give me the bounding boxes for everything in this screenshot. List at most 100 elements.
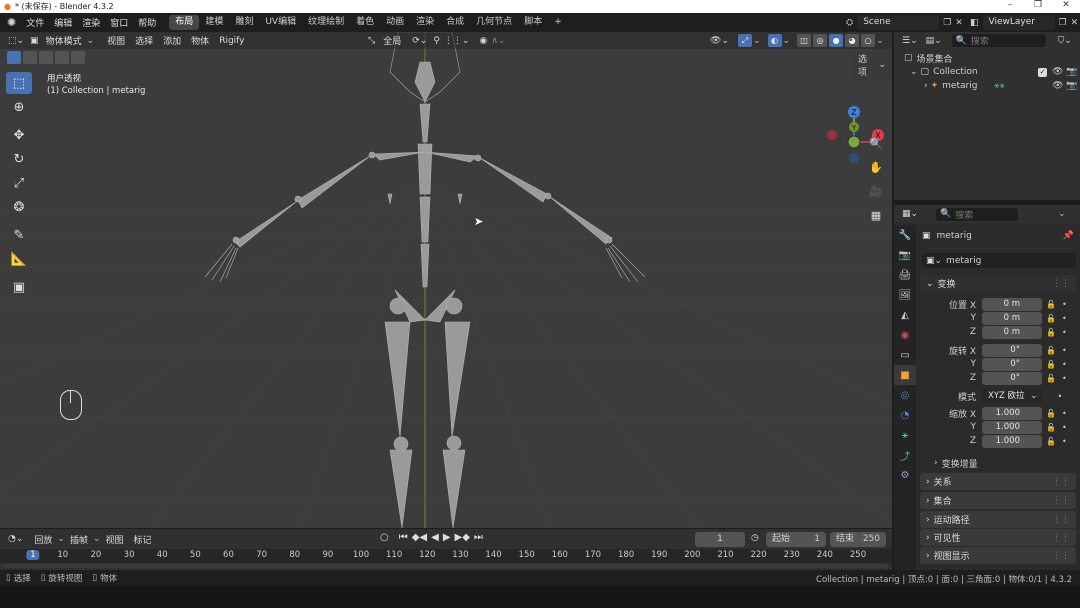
- scene-icon[interactable]: ⛭: [846, 18, 853, 28]
- select-box-tool-icon[interactable]: ⬚: [6, 72, 32, 94]
- 3d-viewport[interactable]: ⬚⌄ ▣ 物体模式 ⌄ 视图 选择 添加 物体 Rigify ⤡ 全局 ⟳⌄ ⚲…: [0, 32, 892, 528]
- transform-panel-header[interactable]: ⌄ 变换 ⋮⋮: [920, 275, 1076, 292]
- delta-transform-subpanel[interactable]: › 变换增量: [934, 456, 978, 470]
- outliner-editor-icon[interactable]: ☰⌄: [894, 36, 922, 46]
- rotation-y-keyframe-icon[interactable]: •: [1062, 360, 1067, 369]
- collections-drag-icon[interactable]: ⋮⋮: [1052, 496, 1070, 506]
- object-data-tab-icon[interactable]: ⤴: [894, 445, 916, 465]
- rotation-z-field[interactable]: 0°: [982, 371, 1042, 385]
- metarig-camera-icon[interactable]: 📷: [1066, 81, 1077, 91]
- rotation-y-lock-icon[interactable]: 🔓: [1046, 360, 1056, 369]
- world-tab-icon[interactable]: ◉: [894, 325, 916, 345]
- visibility-drag-icon[interactable]: ⋮⋮: [1052, 533, 1070, 543]
- view-layer-field[interactable]: ViewLayer: [982, 15, 1055, 30]
- mode-chevron-icon[interactable]: ⌄: [87, 36, 95, 46]
- object-constraints-tab-icon[interactable]: ⚹: [894, 425, 916, 445]
- visibility-icon[interactable]: 👁⌄: [710, 36, 729, 46]
- object-name-field[interactable]: ▣⌄ metarig: [922, 253, 1076, 268]
- overlay-toggle-icon[interactable]: ◐: [767, 34, 782, 47]
- outliner-editor[interactable]: ☰⌄ ▤⌄ 🔍 搜索 ⛉⌄ ▢ 场景集合 ⌄ ▢ Collection ✓ 👁 …: [894, 32, 1080, 200]
- pan-hand-icon[interactable]: ✋: [866, 157, 886, 177]
- snap-target-icon[interactable]: ⋮⋮⌄: [444, 36, 470, 46]
- move-tool-icon[interactable]: ✥: [6, 124, 32, 146]
- properties-editor[interactable]: ▦⌄ 🔍 搜索 ⌄ 🔧 📷 🖨 🖼 ◭ ◉ ▭ ■ ◎ ◔ ⚹ ⤴ ⚙ ▣ me…: [894, 205, 1080, 570]
- scene-field[interactable]: Scene: [857, 15, 940, 30]
- tab-rendering[interactable]: 渲染: [410, 15, 440, 30]
- location-z-keyframe-icon[interactable]: •: [1062, 328, 1067, 337]
- motion-paths-panel[interactable]: › 运动路径 ⋮⋮: [920, 511, 1076, 528]
- render-tab-icon[interactable]: 📷: [894, 245, 916, 265]
- timeline-menu-keying[interactable]: 插帧: [65, 533, 93, 546]
- gizmo-dropdown-icon[interactable]: ⌄: [753, 36, 761, 46]
- auto-key-icon[interactable]: ○: [380, 532, 389, 543]
- rotation-x-lock-icon[interactable]: 🔓: [1046, 346, 1056, 355]
- menu-rigify[interactable]: Rigify: [214, 36, 249, 46]
- tab-scripting[interactable]: 脚本: [518, 15, 548, 30]
- relations-drag-icon[interactable]: ⋮⋮: [1052, 477, 1070, 487]
- rotate-tool-icon[interactable]: ↻: [6, 148, 32, 170]
- maximize-button[interactable]: ❐: [1024, 0, 1052, 10]
- material-shading-icon[interactable]: ◕: [845, 34, 860, 47]
- gizmo-toggle-icon[interactable]: ⤢: [737, 34, 752, 47]
- scale-x-field[interactable]: 1.000: [982, 406, 1042, 420]
- proportional-edit-icon[interactable]: ◉: [479, 36, 487, 46]
- collection-eye-icon[interactable]: 👁: [1052, 67, 1063, 77]
- editor-type-icon[interactable]: ⬚⌄: [0, 36, 28, 46]
- jump-start-icon[interactable]: ⏮: [399, 532, 408, 543]
- menu-render[interactable]: 渲染: [77, 16, 105, 29]
- scale-y-keyframe-icon[interactable]: •: [1062, 423, 1067, 432]
- physics-tab-icon[interactable]: ◔: [894, 405, 916, 425]
- menu-help[interactable]: 帮助: [133, 16, 161, 29]
- remove-scene-icon[interactable]: ✕: [955, 18, 963, 28]
- timeline-menu-view[interactable]: 视图: [101, 533, 129, 546]
- tab-compositing[interactable]: 合成: [440, 15, 470, 30]
- viewport-display-panel[interactable]: › 视图显示 ⋮⋮: [920, 547, 1076, 564]
- menu-object[interactable]: 物体: [186, 34, 214, 47]
- rendered-shading-icon[interactable]: ○: [861, 34, 876, 47]
- rotation-y-field[interactable]: 0°: [982, 357, 1042, 371]
- frame-ruler[interactable]: 1 10 20 30 40 50 60 70 80 90 100 110 120 130 140 150 160…: [0, 549, 892, 563]
- blender-menu-icon[interactable]: ✺: [0, 16, 21, 29]
- tool-tab-icon[interactable]: 🔧: [894, 225, 916, 245]
- measure-tool-icon[interactable]: 📐: [6, 248, 32, 270]
- metarig-expand-icon[interactable]: ›: [924, 81, 928, 91]
- tab-texture-paint[interactable]: 纹理绘制: [302, 15, 350, 30]
- visibility-panel[interactable]: › 可见性 ⋮⋮: [920, 529, 1076, 546]
- location-y-field[interactable]: 0 m: [982, 311, 1042, 325]
- select-subtract-icon[interactable]: [39, 51, 53, 64]
- collection-expand-icon[interactable]: ⌄: [910, 67, 918, 77]
- play-icon[interactable]: ▶: [443, 532, 451, 543]
- falloff-icon[interactable]: ∧⌄: [491, 36, 505, 46]
- object-tab-icon[interactable]: ■: [894, 365, 916, 385]
- menu-file[interactable]: 文件: [21, 16, 49, 29]
- timeline-editor[interactable]: ◔⌄ 回放 ⌄ 插帧 ⌄ 视图 标记 ○ ⏮ ◆◀ ◀ ▶ ▶◆ ⏭ 1 ◷ 起…: [0, 529, 892, 570]
- outliner-display-icon[interactable]: ▤⌄: [922, 36, 946, 46]
- annotate-tool-icon[interactable]: ✎: [6, 224, 32, 246]
- close-button[interactable]: ✕: [1052, 0, 1080, 10]
- snap-icon[interactable]: ⚲: [433, 36, 440, 46]
- tab-animation[interactable]: 动画: [380, 15, 410, 30]
- tab-sculpting[interactable]: 雕刻: [229, 15, 259, 30]
- scale-z-field[interactable]: 1.000: [982, 434, 1042, 448]
- pivot-icon[interactable]: ⟳⌄: [412, 36, 427, 46]
- menu-window[interactable]: 窗口: [105, 16, 133, 29]
- scale-z-keyframe-icon[interactable]: •: [1062, 437, 1067, 446]
- motion-paths-drag-icon[interactable]: ⋮⋮: [1052, 515, 1070, 525]
- scale-z-lock-icon[interactable]: 🔓: [1046, 437, 1056, 446]
- play-reverse-icon[interactable]: ◀: [431, 532, 439, 543]
- overlay-dropdown-icon[interactable]: ⌄: [783, 36, 791, 46]
- playhead-frame-label[interactable]: 1: [26, 550, 40, 560]
- filter-icon[interactable]: ⛉⌄: [1058, 36, 1072, 46]
- location-z-field[interactable]: 0 m: [982, 325, 1042, 339]
- modifiers-tab-icon[interactable]: ◎: [894, 385, 916, 405]
- object-mode-icon[interactable]: ▣: [28, 36, 41, 46]
- new-view-layer-icon[interactable]: ❐: [1059, 18, 1067, 28]
- wireframe-shading-icon[interactable]: ◎: [813, 34, 828, 47]
- outliner-search-input[interactable]: 🔍 搜索: [951, 34, 1046, 47]
- rotation-z-lock-icon[interactable]: 🔓: [1046, 374, 1056, 383]
- outliner-collection-row[interactable]: ⌄ ▢ Collection ✓ 👁 📷: [910, 65, 1077, 79]
- output-tab-icon[interactable]: 🖨: [894, 265, 916, 285]
- tab-geometry-nodes[interactable]: 几何节点: [470, 15, 518, 30]
- select-invert-icon[interactable]: [55, 51, 69, 64]
- collection-checkbox-icon[interactable]: ✓: [1038, 67, 1047, 77]
